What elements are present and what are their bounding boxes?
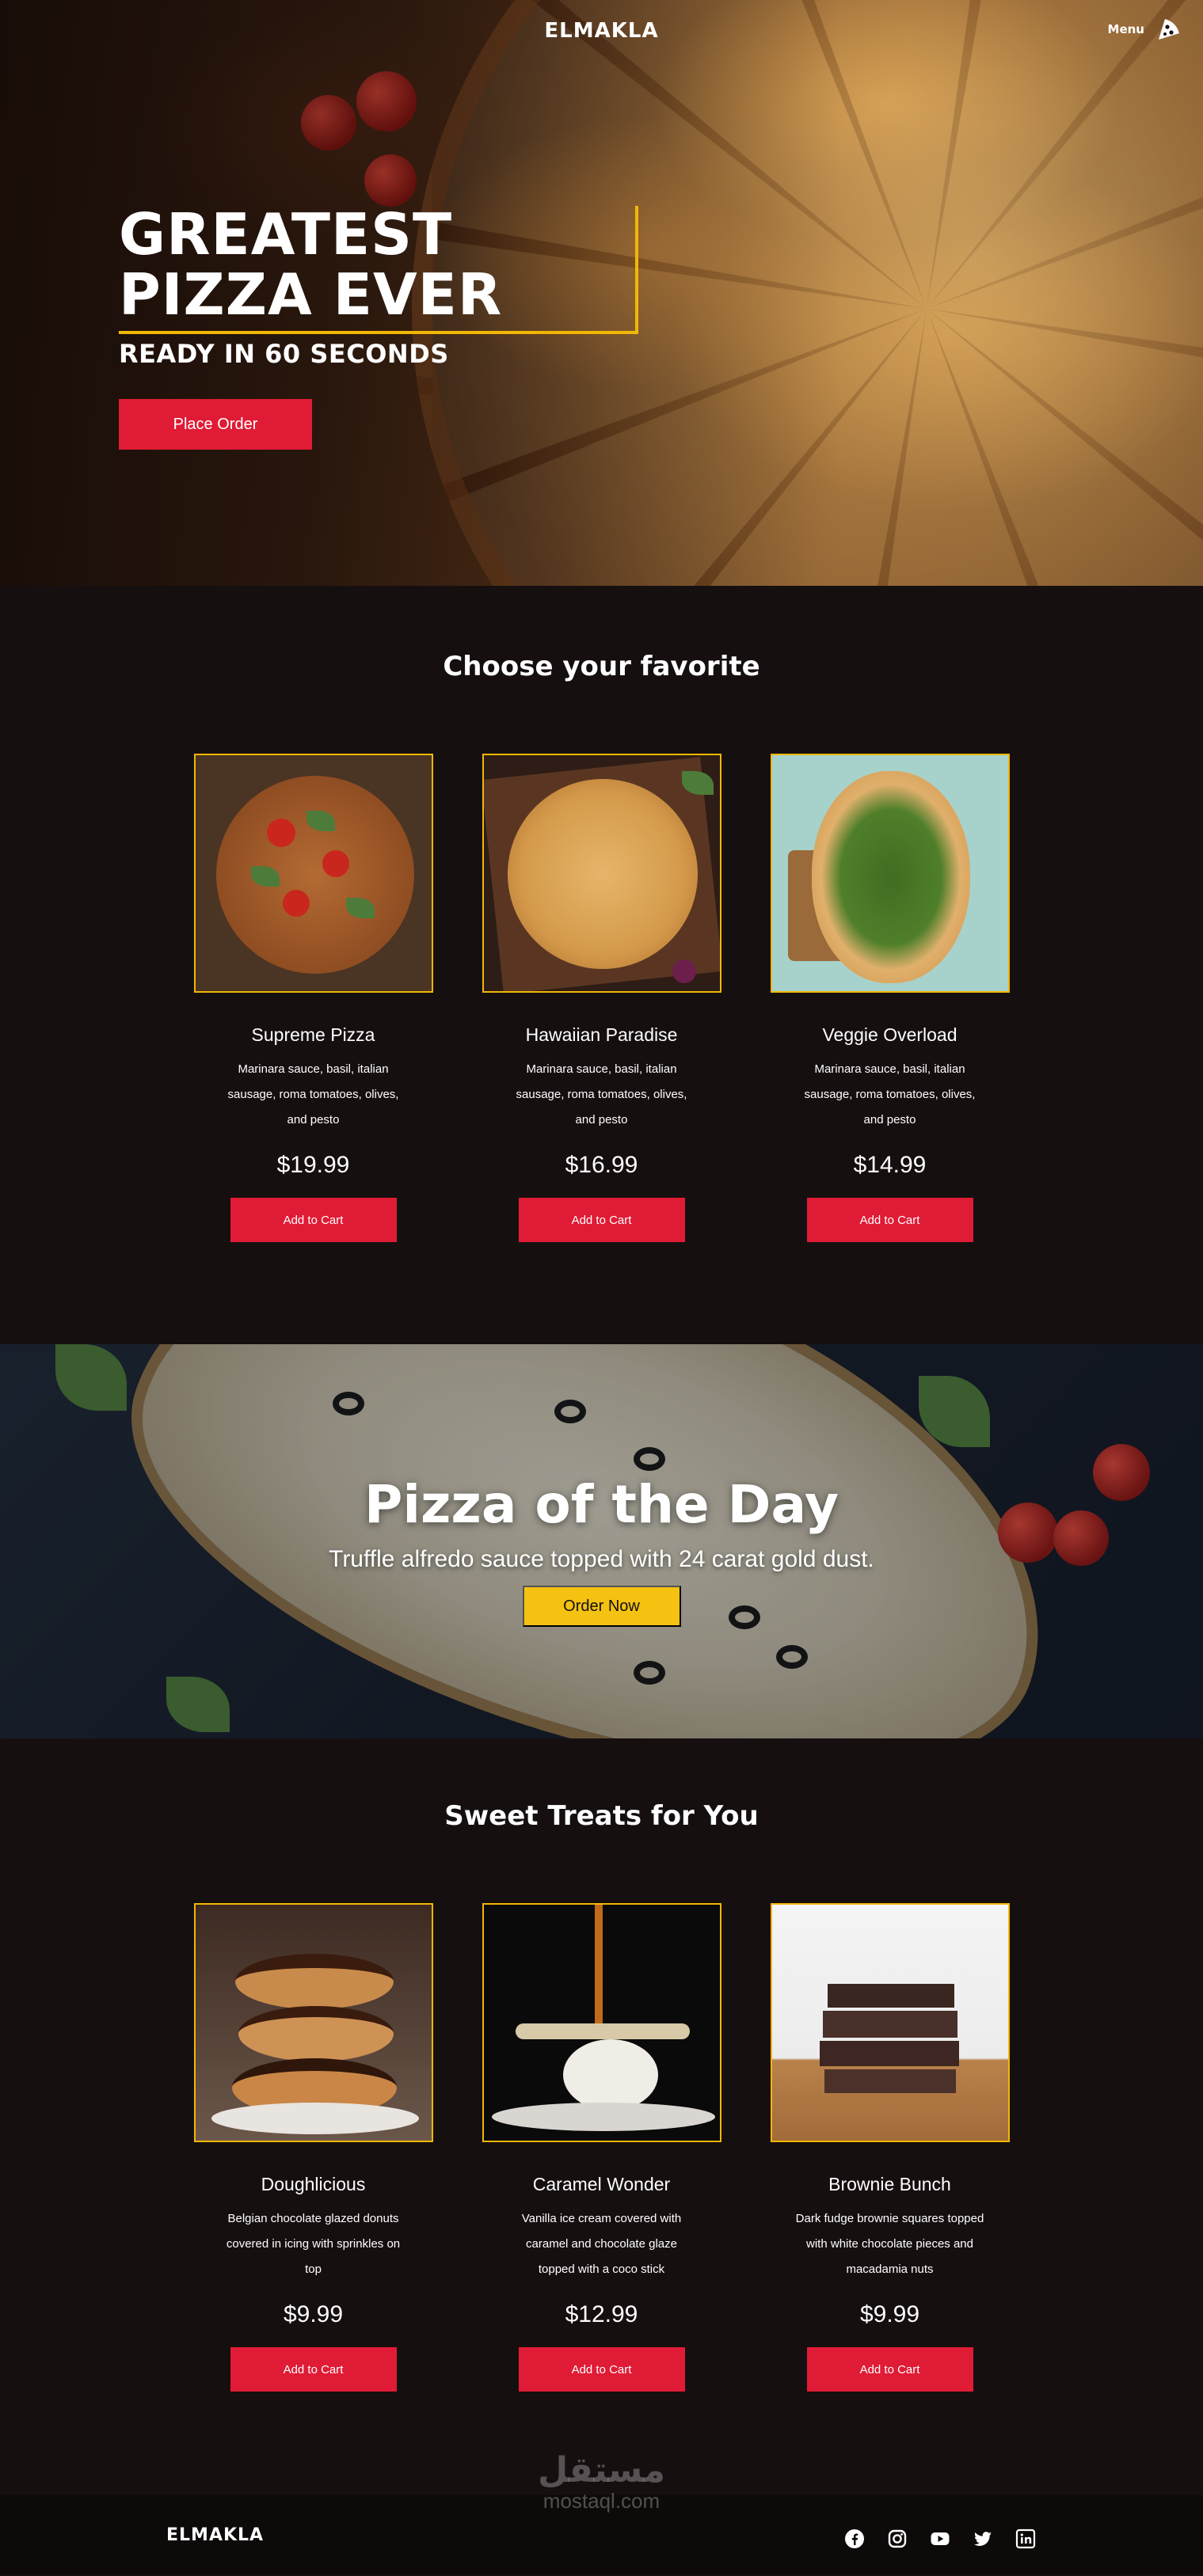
caramel-wonder-image[interactable] xyxy=(482,1903,721,2142)
pizza-of-the-day-section: Pizza of the Day Truffle alfredo sauce t… xyxy=(0,1344,1203,1738)
hero-title-frame: GREATEST PIZZA EVER xyxy=(119,201,639,334)
menu-label: Menu xyxy=(1107,22,1144,36)
pizza-cards: Supreme Pizza Marinara sauce, basil, ita… xyxy=(0,754,1203,1242)
product-price: $9.99 xyxy=(859,2301,920,2327)
add-to-cart-button[interactable]: Add to Cart xyxy=(230,1198,397,1242)
twitter-icon[interactable] xyxy=(973,2529,993,2549)
add-to-cart-button[interactable]: Add to Cart xyxy=(230,2347,397,2392)
product-card: Veggie Overload Marinara sauce, basil, i… xyxy=(770,754,1010,1242)
product-price: $14.99 xyxy=(853,1152,927,1178)
hero-section: ELMAKLA Menu GREATEST PIZZA EVER READY I… xyxy=(0,0,1203,586)
youtube-icon[interactable] xyxy=(930,2529,950,2549)
product-description: Vanilla ice cream covered with caramel a… xyxy=(521,2212,682,2276)
menu-button[interactable]: Menu xyxy=(1108,16,1182,43)
potd-description: Truffle alfredo sauce topped with 24 car… xyxy=(329,1546,874,1572)
product-name: Hawaiian Paradise xyxy=(525,1024,678,1045)
add-to-cart-button[interactable]: Add to Cart xyxy=(806,1198,973,1242)
product-price: $16.99 xyxy=(565,1152,638,1178)
product-card: Brownie Bunch Dark fudge brownie squares… xyxy=(770,1903,1010,2392)
product-name: Supreme Pizza xyxy=(251,1024,375,1045)
add-to-cart-button[interactable]: Add to Cart xyxy=(518,2347,685,2392)
order-now-button[interactable]: Order Now xyxy=(522,1586,681,1627)
product-name: Caramel Wonder xyxy=(532,2174,671,2194)
product-price: $12.99 xyxy=(565,2301,638,2327)
hawaiian-paradise-image[interactable] xyxy=(482,754,721,993)
product-name: Doughlicious xyxy=(261,2174,366,2194)
hero-text: GREATEST PIZZA EVER READY IN 60 SECONDS … xyxy=(119,201,639,450)
sweets-title: Sweet Treats for You xyxy=(444,1800,759,1832)
product-card: Supreme Pizza Marinara sauce, basil, ita… xyxy=(193,754,433,1242)
favorites-title: Choose your favorite xyxy=(443,651,760,682)
product-card: Doughlicious Belgian chocolate glazed do… xyxy=(193,1903,433,2392)
pizza-slice-icon xyxy=(1159,19,1179,40)
product-price: $19.99 xyxy=(276,1152,350,1178)
product-description: Marinara sauce, basil, italian sausage, … xyxy=(804,1062,976,1127)
potd-title: Pizza of the Day xyxy=(364,1474,839,1535)
hero-title-line1: GREATEST xyxy=(119,201,453,268)
doughlicious-image[interactable] xyxy=(193,1903,433,2142)
hero-subtitle: READY IN 60 SECONDS xyxy=(119,339,449,369)
veggie-overload-image[interactable] xyxy=(770,754,1010,993)
product-name: Brownie Bunch xyxy=(828,2174,951,2194)
potd-content: Pizza of the Day Truffle alfredo sauce t… xyxy=(0,1474,1203,1627)
supreme-pizza-image[interactable] xyxy=(193,754,433,993)
product-price: $9.99 xyxy=(283,2301,344,2327)
facebook-icon[interactable] xyxy=(844,2529,865,2549)
product-description: Dark fudge brownie squares topped with w… xyxy=(795,2212,984,2276)
footer: مستقل mostaql.com ELMAKLA xyxy=(0,2453,1203,2574)
place-order-button[interactable]: Place Order xyxy=(119,399,312,450)
product-description: Belgian chocolate glazed donuts covered … xyxy=(226,2212,401,2276)
linkedin-icon[interactable] xyxy=(1015,2529,1036,2549)
product-description: Marinara sauce, basil, italian sausage, … xyxy=(516,1062,687,1127)
add-to-cart-button[interactable]: Add to Cart xyxy=(806,2347,973,2392)
product-card: Hawaiian Paradise Marinara sauce, basil,… xyxy=(482,754,721,1242)
instagram-icon[interactable] xyxy=(887,2529,908,2549)
product-name: Veggie Overload xyxy=(822,1024,957,1045)
hero-title-line2: PIZZA EVER xyxy=(119,261,503,328)
site-logo[interactable]: ELMAKLA xyxy=(0,19,1203,43)
add-to-cart-button[interactable]: Add to Cart xyxy=(518,1198,685,1242)
favorites-section: Choose your favorite Supreme Pizza Marin… xyxy=(0,586,1203,1344)
sweets-cards: Doughlicious Belgian chocolate glazed do… xyxy=(0,1903,1203,2392)
product-description: Marinara sauce, basil, italian sausage, … xyxy=(227,1062,399,1127)
product-card: Caramel Wonder Vanilla ice cream covered… xyxy=(482,1903,721,2392)
sweets-section: Sweet Treats for You Doughlicious Belgia… xyxy=(0,1738,1203,2495)
social-links xyxy=(844,2529,1036,2549)
footer-logo[interactable]: ELMAKLA xyxy=(166,2525,264,2545)
brownie-bunch-image[interactable] xyxy=(770,1903,1010,2142)
